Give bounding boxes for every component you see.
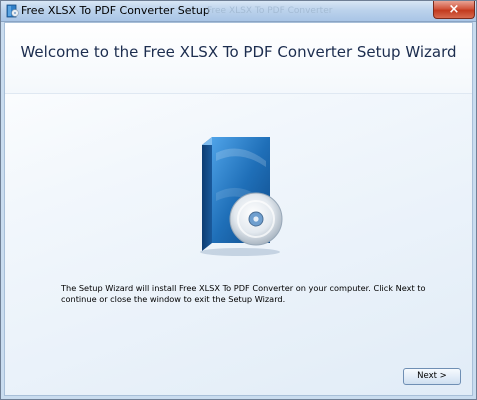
setup-window: Free XLSX To PDF Converter Setup Free XL… bbox=[0, 0, 477, 400]
close-icon: × bbox=[448, 2, 460, 17]
next-button[interactable]: Next > bbox=[403, 368, 461, 385]
header-band: Welcome to the Free XLSX To PDF Converte… bbox=[5, 23, 472, 94]
wizard-description: The Setup Wizard will install Free XLSX … bbox=[61, 283, 426, 304]
close-button[interactable]: × bbox=[433, 1, 475, 19]
software-box-icon bbox=[200, 137, 283, 256]
installer-icon bbox=[6, 4, 19, 18]
window-title: Free XLSX To PDF Converter Setup bbox=[21, 4, 210, 17]
title-bar[interactable]: Free XLSX To PDF Converter Setup Free XL… bbox=[1, 1, 476, 22]
background-window-title: Free XLSX To PDF Converter bbox=[207, 6, 333, 16]
wizard-content: Welcome to the Free XLSX To PDF Converte… bbox=[4, 22, 473, 396]
page-title: Welcome to the Free XLSX To PDF Converte… bbox=[20, 43, 457, 61]
